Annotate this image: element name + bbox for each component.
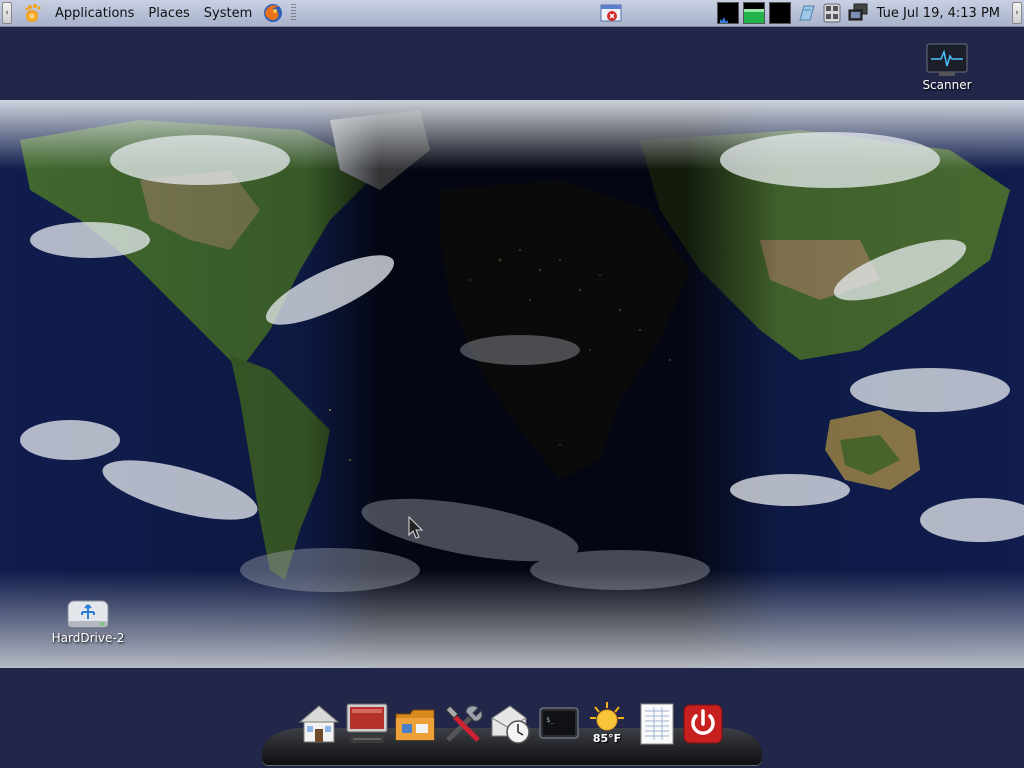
- menu-applications[interactable]: Applications: [55, 6, 134, 21]
- mail-clock-icon[interactable]: [490, 702, 532, 746]
- power-icon[interactable]: [682, 702, 724, 746]
- top-panel: ‹ Applications Places System Tue Jul 19,…: [0, 0, 1024, 27]
- network-graph-icon[interactable]: [768, 2, 791, 24]
- panel-hide-left-button[interactable]: ‹: [2, 2, 12, 24]
- weather-temperature: 85°F: [592, 732, 622, 745]
- mouse-pointer-icon: [408, 516, 424, 539]
- terminal-icon[interactable]: $_: [538, 702, 580, 746]
- house-icon[interactable]: [298, 702, 340, 746]
- panel-grip[interactable]: [291, 4, 297, 22]
- weather-widget[interactable]: 85°F: [586, 702, 628, 746]
- sun-icon: [590, 702, 624, 731]
- menu-system[interactable]: System: [204, 6, 252, 21]
- tools-icon[interactable]: [442, 702, 484, 746]
- clock[interactable]: Tue Jul 19, 4:13 PM: [877, 6, 1000, 21]
- notes-icon[interactable]: [795, 2, 817, 24]
- cpu-graph-icon[interactable]: [716, 2, 739, 24]
- desktop-icon-scanner[interactable]: Scanner: [915, 42, 979, 92]
- scanner-label: Scanner: [922, 78, 972, 92]
- computer-icon[interactable]: [346, 702, 388, 746]
- window-close-launcher-icon[interactable]: [600, 3, 622, 23]
- gnome-foot-icon[interactable]: [22, 2, 44, 24]
- menu-places[interactable]: Places: [148, 6, 189, 21]
- desktop-icon-harddrive-2[interactable]: HardDrive-2: [48, 595, 128, 645]
- usb-drive-icon: [67, 600, 109, 628]
- calculator-icon[interactable]: [821, 2, 843, 24]
- firefox-icon[interactable]: [262, 2, 284, 24]
- world-map-wallpaper: [0, 100, 1024, 668]
- panel-hide-right-button[interactable]: ›: [1012, 2, 1022, 24]
- svg-text:$_: $_: [546, 716, 555, 724]
- scanner-monitor-icon: [926, 43, 968, 76]
- memory-graph-icon[interactable]: [742, 2, 765, 24]
- folder-icon[interactable]: [394, 702, 436, 746]
- network-manager-icon[interactable]: [847, 2, 869, 24]
- harddrive-2-label: HardDrive-2: [51, 631, 125, 645]
- document-icon[interactable]: [636, 702, 678, 746]
